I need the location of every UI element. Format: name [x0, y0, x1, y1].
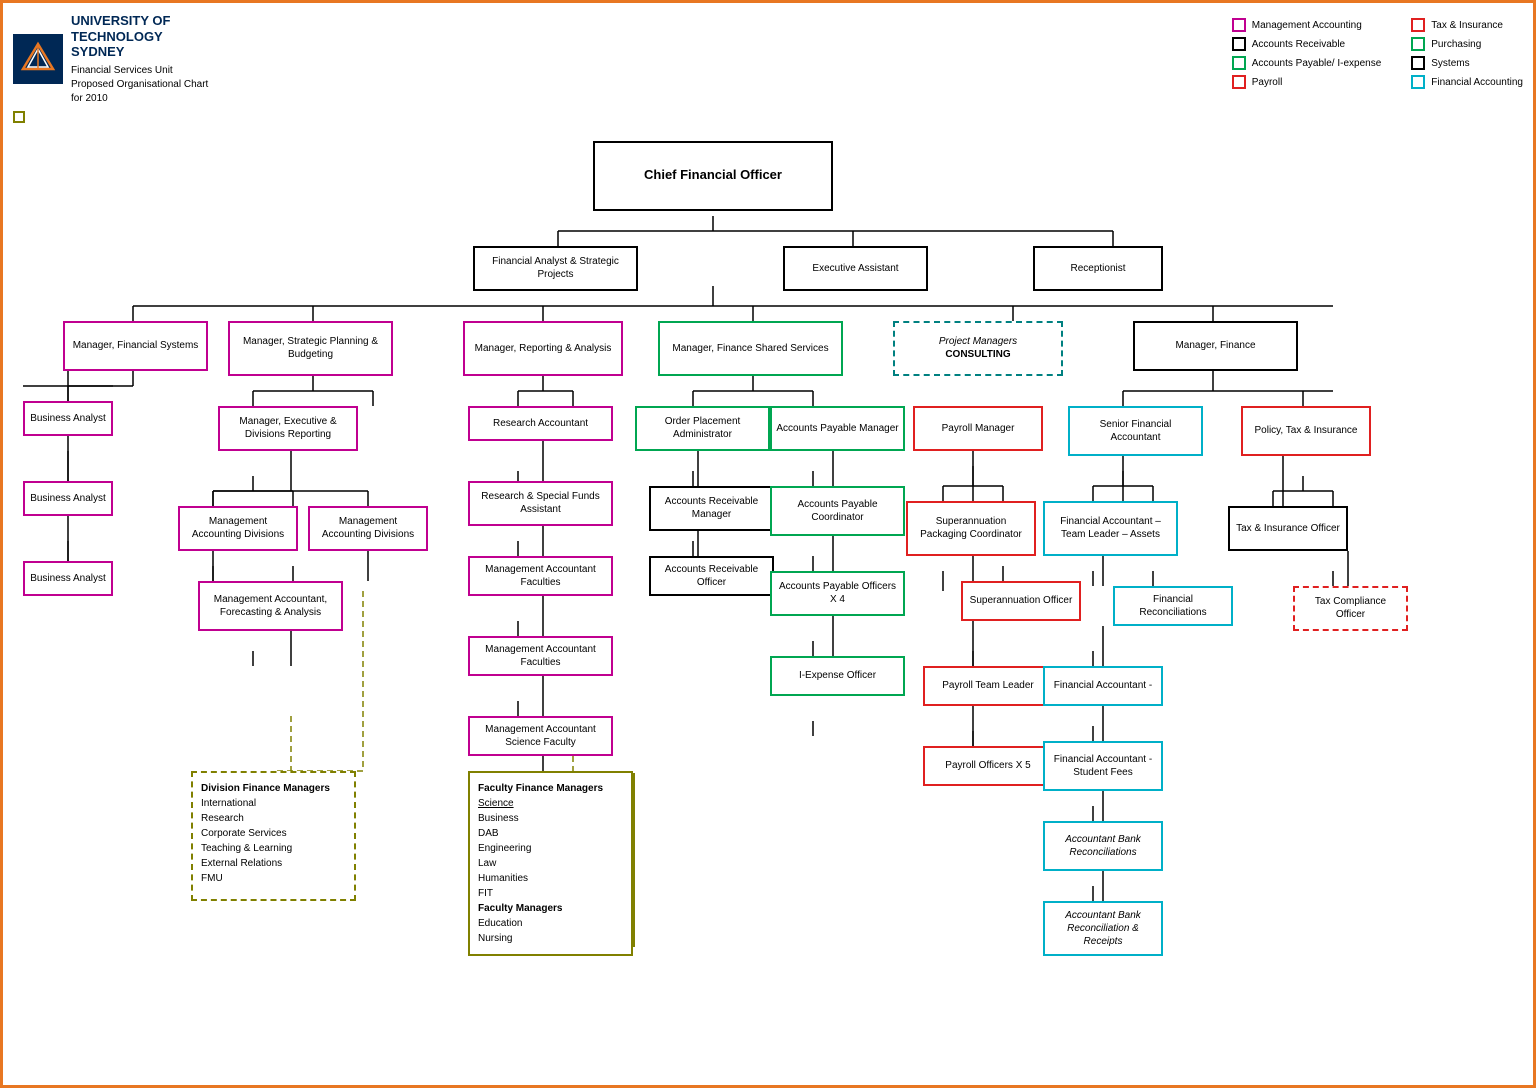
legend-label-ap: Accounts Payable/ I-expense [1252, 58, 1382, 69]
node-financial-acct-student: Financial Accountant -Student Fees [1043, 741, 1163, 791]
legend-tax: Tax & Insurance [1411, 18, 1523, 32]
legend-box-green [1232, 56, 1246, 70]
node-order-placement: Order Placement Administrator [635, 406, 770, 451]
node-exec-assistant: Executive Assistant [783, 246, 928, 291]
logo-area: UNIVERSITY OFTECHNOLOGYSYDNEY Financial … [13, 13, 213, 106]
node-accountant-bank-receipt: Accountant Bank Reconciliation & Receipt… [1043, 901, 1163, 956]
node-policy-tax-insurance: Policy, Tax & Insurance [1241, 406, 1371, 456]
node-payroll-team-leader: Payroll Team Leader [923, 666, 1053, 706]
page: UNIVERSITY OFTECHNOLOGYSYDNEY Financial … [0, 0, 1536, 1088]
node-super-packaging: Superannuation Packaging Coordinator [906, 501, 1036, 556]
legend-box-black2 [1411, 56, 1425, 70]
header: UNIVERSITY OFTECHNOLOGYSYDNEY Financial … [13, 13, 1523, 106]
legend-box-black [1232, 37, 1246, 51]
legend-purchasing: Purchasing [1411, 37, 1523, 51]
node-ap-coordinator: Accounts Payable Coordinator [770, 486, 905, 536]
legend-label-mgmt-acct: Management Accounting [1252, 20, 1362, 31]
legend-fin-acct: Financial Accounting [1411, 75, 1523, 89]
legend-label-tax: Tax & Insurance [1431, 20, 1503, 31]
legend-box-green2 [1411, 37, 1425, 51]
legend-label-accounts-recv: Accounts Receivable [1252, 39, 1345, 50]
legend-col-2: Tax & Insurance Purchasing Systems Finan… [1411, 18, 1523, 89]
node-research-special: Research & Special Funds Assistant [468, 481, 613, 526]
subtitle: Financial Services UnitProposed Organisa… [71, 64, 208, 106]
node-mgmt-acct-forecast: Management Accountant, Forecasting & Ana… [198, 581, 343, 631]
legend-label-payroll: Payroll [1252, 77, 1283, 88]
legend-box-red [1232, 75, 1246, 89]
node-project-managers: Project ManagersCONSULTING [893, 321, 1063, 376]
node-mgmt-acct-faculties-2: Management Accountant Faculties [468, 636, 613, 676]
university-name: UNIVERSITY OFTECHNOLOGYSYDNEY [71, 13, 208, 60]
legend-accounts-recv: Accounts Receivable [1232, 37, 1382, 51]
node-mgr-reporting: Manager, Reporting & Analysis [463, 321, 623, 376]
node-tax-compliance-officer: Tax Compliance Officer [1293, 586, 1408, 631]
legend-payroll: Payroll [1232, 75, 1382, 89]
legend: Management Accounting Accounts Receivabl… [1232, 13, 1523, 89]
legend-box-red2 [1411, 18, 1425, 32]
node-mgr-finance: Manager, Finance [1133, 321, 1298, 371]
node-super-officer: Superannuation Officer [961, 581, 1081, 621]
node-mgr-strategic-planning: Manager, Strategic Planning & Budgeting [228, 321, 393, 376]
node-faculty-finance-box: Faculty Finance Managers ScienceBusiness… [468, 771, 633, 956]
node-mgmt-acct-science: Management Accountant Science Faculty [468, 716, 613, 756]
legend-label-fin-acct: Financial Accounting [1431, 77, 1523, 88]
node-payroll-manager: Payroll Manager [913, 406, 1043, 451]
node-business-analyst-1: Business Analyst [23, 401, 113, 436]
node-ap-manager: Accounts Payable Manager [770, 406, 905, 451]
node-financial-acct-team-leader: Financial Accountant – Team Leader – Ass… [1043, 501, 1178, 556]
node-senior-financial-acct: Senior Financial Accountant [1068, 406, 1203, 456]
org-chart: Chief Financial Officer Financial Analys… [13, 111, 1523, 1061]
node-business-analyst-3: Business Analyst [23, 561, 113, 596]
legend-label-systems: Systems [1431, 58, 1469, 69]
legend-label-purchasing: Purchasing [1431, 39, 1481, 50]
legend-ap: Accounts Payable/ I-expense [1232, 56, 1382, 70]
node-division-finance-box: Division Finance Managers InternationalR… [191, 771, 356, 901]
legend-systems: Systems [1411, 56, 1523, 70]
node-accountant-bank-recon: Accountant Bank Reconciliations [1043, 821, 1163, 871]
node-mgr-financial-systems: Manager, Financial Systems [63, 321, 208, 371]
node-iexpense-officer: I-Expense Officer [770, 656, 905, 696]
node-financial-reconciliations: Financial Reconciliations [1113, 586, 1233, 626]
node-ap-officers: Accounts Payable Officers X 4 [770, 571, 905, 616]
node-tax-insurance-officer: Tax & Insurance Officer [1228, 506, 1348, 551]
node-mgr-exec-divisions: Manager, Executive & Divisions Reporting [218, 406, 358, 451]
node-payroll-officers: Payroll Officers X 5 [923, 746, 1053, 786]
logo-box [13, 34, 63, 84]
node-mgmt-acct-faculties-1: Management Accountant Faculties [468, 556, 613, 596]
legend-col-1: Management Accounting Accounts Receivabl… [1232, 18, 1382, 89]
node-mgr-finance-shared: Manager, Finance Shared Services [658, 321, 843, 376]
node-faculty-finance: Faculty Finance Managers ScienceBusiness… [13, 111, 25, 123]
legend-box-magenta [1232, 18, 1246, 32]
node-research-accountant: Research Accountant [468, 406, 613, 441]
node-mgmt-acct-div-2: Management Accounting Divisions [308, 506, 428, 551]
node-accounts-recv-officer: Accounts Receivable Officer [649, 556, 774, 596]
node-receptionist: Receptionist [1033, 246, 1163, 291]
node-financial-analyst: Financial Analyst & Strategic Projects [473, 246, 638, 291]
node-financial-acct-dash: Financial Accountant - [1043, 666, 1163, 706]
node-mgmt-acct-div-1: Management Accounting Divisions [178, 506, 298, 551]
legend-mgmt-acct: Management Accounting [1232, 18, 1382, 32]
node-business-analyst-2: Business Analyst [23, 481, 113, 516]
legend-box-cyan [1411, 75, 1425, 89]
node-accounts-recv-mgr: Accounts Receivable Manager [649, 486, 774, 531]
node-cfo: Chief Financial Officer [593, 141, 833, 211]
